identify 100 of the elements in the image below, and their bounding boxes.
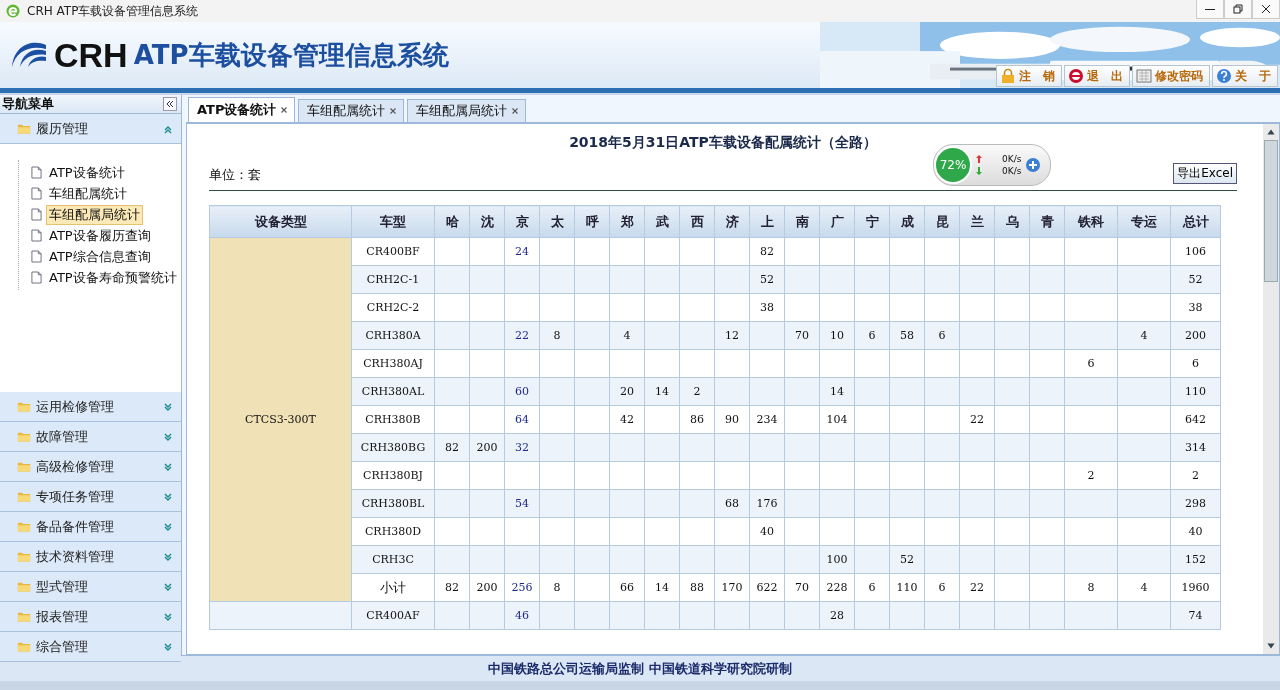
table-cell: 6 [938,581,946,594]
menu-group-header[interactable]: 备品备件管理 [0,512,181,542]
header-button[interactable]: 注 销 [996,65,1062,87]
table-cell: CRH3C [351,545,435,574]
table-cell: 82 [445,441,459,454]
table-cell: 170 [721,581,743,594]
plus-icon[interactable] [1025,157,1042,173]
restore-icon [1233,4,1243,14]
table-cell: 70 [795,329,809,342]
header-button[interactable]: 关 于 [1212,65,1278,87]
column-header: 上 [749,205,785,238]
table-cell: 10 [830,329,844,342]
table-cell: 58 [900,329,914,342]
table-cell: 88 [690,581,704,594]
table-link[interactable]: 64 [515,413,529,426]
table-link[interactable]: 46 [515,609,529,622]
unit-label: 单位：套 [209,166,261,184]
table-cell: 314 [1185,441,1206,454]
menu-group-header[interactable]: 运用检修管理 [0,392,181,422]
column-header: 宁 [854,205,890,238]
tree-item[interactable]: 车组配属统计 [46,183,130,204]
column-header: 青 [1029,205,1065,238]
header-button[interactable]: 退 出 [1064,65,1130,87]
exit-icon [1068,68,1084,84]
close-icon [1261,4,1271,14]
tree-item[interactable]: ATP设备履历查询 [46,225,154,246]
table-link[interactable]: 32 [515,441,529,454]
table-cell: 22 [970,413,984,426]
table-cell: 622 [756,581,778,594]
menu-group-header[interactable]: 综合管理 [0,632,181,662]
table-cell: CRH380BG [351,433,435,462]
logo-text: CRH [54,35,128,75]
table-cell: 200 [476,581,498,594]
table-cell: 100 [826,553,848,566]
table-cell: 4 [623,329,631,342]
close-icon [280,106,289,114]
table-link[interactable]: 24 [515,245,529,258]
tree-item[interactable]: ATP设备寿命预警统计 [46,267,180,288]
column-header: 太 [539,205,575,238]
column-header: 昆 [924,205,960,238]
table-cell: 1960 [1181,581,1210,594]
tab[interactable]: 车组配属局统计 [407,99,527,122]
menu-group-header[interactable]: 报表管理 [0,602,181,632]
keyboard-icon [1136,68,1152,84]
table-cell: 4 [1140,329,1148,342]
table-cell: 28 [830,609,844,622]
table-cell: 52 [900,553,914,566]
table-cell: CRH380BJ [351,461,435,490]
table-cell: 90 [725,413,739,426]
table-cell: CRH380B [351,405,435,434]
table-cell: 2 [1087,469,1095,482]
column-header: 武 [644,205,680,238]
table-cell: CRH380A [351,321,435,350]
column-header: 广 [819,205,855,238]
table-cell: 12 [725,329,739,342]
table-link[interactable]: 60 [515,385,529,398]
table-link[interactable]: 22 [515,329,529,342]
close-button[interactable] [1252,0,1280,19]
tree-item[interactable]: ATP综合信息查询 [46,246,154,267]
table-cell: 4 [1140,581,1148,594]
header-button[interactable]: 修改密码 [1132,65,1210,87]
nav-title: 导航菜单 [2,95,54,113]
window-title: CRH ATP车载设备管理信息系统 [27,2,199,20]
tab[interactable]: ATP设备统计 [188,97,296,122]
table-cell: 14 [830,385,844,398]
up-arrow-icon [976,155,982,163]
table-link[interactable]: 54 [515,497,529,510]
table-cell: CRH380AL [351,377,435,406]
table-cell: 38 [1188,301,1203,314]
down-arrow-icon [976,167,982,175]
menu-group-header[interactable]: 履历管理 [0,114,181,144]
document-icon [31,187,42,200]
document-icon [31,229,42,242]
menu-group-header[interactable]: 专项任务管理 [0,482,181,512]
collapse-button[interactable] [163,97,177,111]
upload-speed: 0K/s [1002,153,1022,165]
table-cell: 42 [620,413,634,426]
menu-group-header[interactable]: 故障管理 [0,422,181,452]
export-button[interactable]: 导出Excel [1173,163,1237,184]
menu-group-header[interactable]: 技术资料管理 [0,542,181,572]
close-icon [389,107,398,115]
scrollbar[interactable] [1263,124,1279,654]
tree-item[interactable]: ATP设备统计 [46,162,128,183]
table-cell: CRH2C-1 [351,265,435,294]
menu-group-header[interactable]: 高级检修管理 [0,452,181,482]
table-cell: 110 [896,581,918,594]
tree-item[interactable]: 车组配属局统计 [46,204,143,225]
table-cell: 298 [1185,497,1206,510]
column-header: 哈 [434,205,470,238]
table-cell: 642 [1185,413,1206,426]
table-cell: 52 [1188,273,1203,286]
menu-group-header[interactable]: 型式管理 [0,572,181,602]
table-cell: CRH380AJ [351,349,435,378]
tab[interactable]: 车组配属统计 [298,99,405,122]
column-header: 车型 [351,205,435,238]
document-icon [31,208,42,221]
column-header: 京 [504,205,540,238]
scroll-thumb[interactable] [1264,140,1278,282]
maximize-button[interactable] [1224,0,1252,19]
group-cell: CTCS3-300T [209,237,352,602]
